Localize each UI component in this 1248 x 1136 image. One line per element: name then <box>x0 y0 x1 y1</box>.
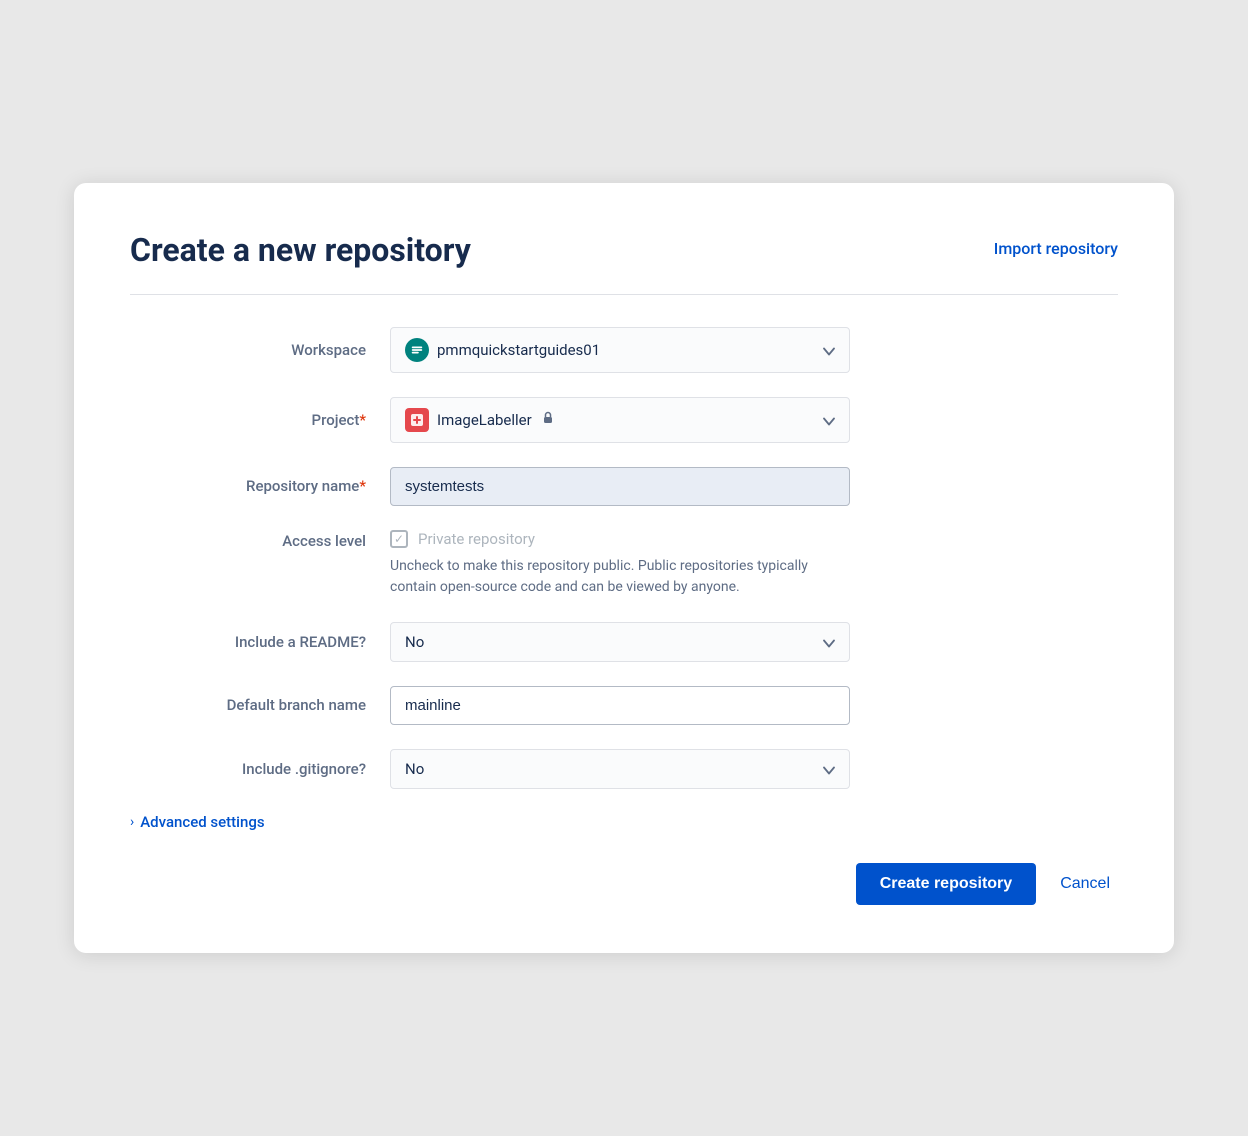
project-name: ImageLabeller <box>437 411 532 429</box>
project-row: Project* ImageLabeller <box>130 397 1118 443</box>
dialog-header: Create a new repository Import repositor… <box>130 231 1118 269</box>
private-repo-checkbox[interactable]: ✓ <box>390 530 408 548</box>
branch-name-control <box>390 686 850 725</box>
access-level-label: Access level <box>130 530 390 550</box>
gitignore-label: Include .gitignore? <box>130 760 390 778</box>
project-chevron-icon <box>823 410 835 429</box>
header-divider <box>130 294 1118 295</box>
access-level-control: ✓ Private repository Uncheck to make thi… <box>390 530 850 598</box>
project-required-mark: * <box>359 411 366 429</box>
branch-name-row: Default branch name <box>130 686 1118 725</box>
project-select-inner: ImageLabeller <box>405 408 809 432</box>
gitignore-value: No <box>405 760 809 778</box>
gitignore-select[interactable]: No <box>390 749 850 789</box>
advanced-settings-section[interactable]: › Advanced settings <box>130 813 1118 831</box>
dialog-title: Create a new repository <box>130 231 471 269</box>
project-label: Project* <box>130 411 390 429</box>
create-repository-button[interactable]: Create repository <box>856 863 1037 905</box>
project-select[interactable]: ImageLabeller <box>390 397 850 443</box>
workspace-value: pmmquickstartguides01 <box>437 341 809 359</box>
repo-name-control <box>390 467 850 506</box>
gitignore-chevron-icon <box>823 759 835 778</box>
advanced-settings-label: Advanced settings <box>140 813 264 831</box>
access-description: Uncheck to make this repository public. … <box>390 556 830 598</box>
project-avatar <box>405 408 429 432</box>
private-repo-label: Private repository <box>418 530 535 548</box>
form-actions: Create repository Cancel <box>130 863 1118 905</box>
branch-name-input[interactable] <box>390 686 850 725</box>
gitignore-row: Include .gitignore? No <box>130 749 1118 789</box>
readme-select[interactable]: No <box>390 622 850 662</box>
advanced-settings-chevron-icon: › <box>130 814 134 830</box>
repo-name-label: Repository name* <box>130 477 390 495</box>
project-control: ImageLabeller <box>390 397 850 443</box>
gitignore-control: No <box>390 749 850 789</box>
readme-chevron-icon <box>823 632 835 651</box>
readme-control: No <box>390 622 850 662</box>
lock-icon <box>540 410 556 430</box>
repo-name-required-mark: * <box>359 477 366 495</box>
workspace-label: Workspace <box>130 341 390 359</box>
workspace-avatar <box>405 338 429 362</box>
readme-value: No <box>405 633 809 651</box>
repo-name-input[interactable] <box>390 467 850 506</box>
workspace-row: Workspace pmmquickstartguides01 <box>130 327 1118 373</box>
access-level-row: Access level ✓ Private repository Unchec… <box>130 530 1118 598</box>
repo-name-row: Repository name* <box>130 467 1118 506</box>
branch-name-label: Default branch name <box>130 695 390 716</box>
private-repo-row: ✓ Private repository <box>390 530 850 548</box>
checkmark-icon: ✓ <box>394 532 404 546</box>
workspace-chevron-icon <box>823 340 835 359</box>
workspace-select[interactable]: pmmquickstartguides01 <box>390 327 850 373</box>
readme-row: Include a README? No <box>130 622 1118 662</box>
create-repository-dialog: Create a new repository Import repositor… <box>74 183 1174 952</box>
workspace-control: pmmquickstartguides01 <box>390 327 850 373</box>
cancel-button[interactable]: Cancel <box>1052 863 1118 905</box>
import-repository-link[interactable]: Import repository <box>994 239 1118 258</box>
readme-label: Include a README? <box>130 633 390 651</box>
